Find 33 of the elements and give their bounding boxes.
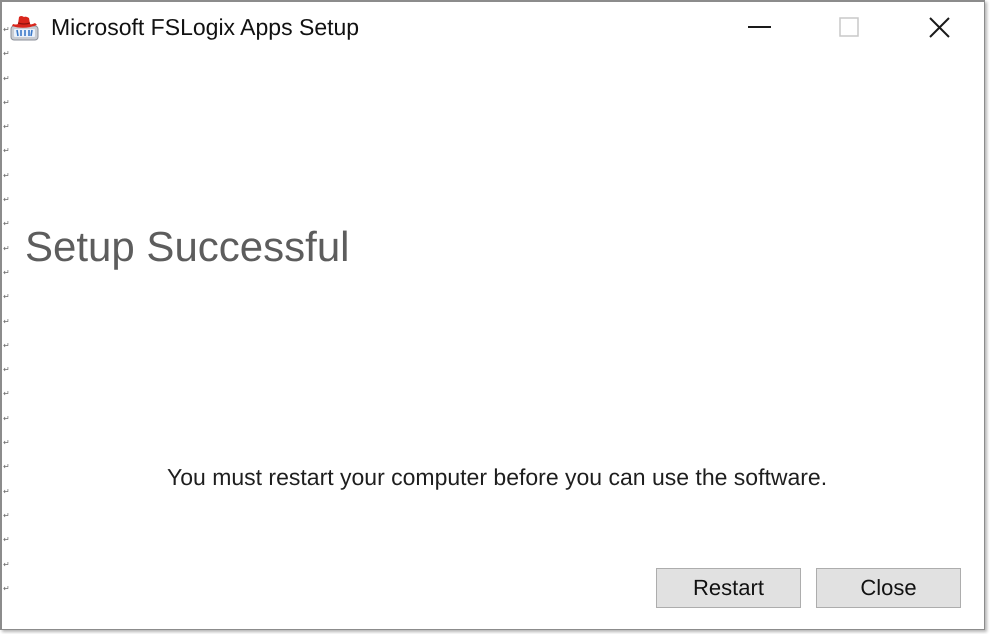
heading: Setup Successful [25, 226, 351, 268]
paragraph-mark: ↵ [2, 364, 10, 376]
minimize-icon [748, 26, 770, 28]
paragraph-mark: ↵ [2, 582, 10, 595]
paragraph-mark: ↵ [2, 437, 10, 450]
paragraph-mark: ↵ [2, 316, 10, 328]
paragraph-mark: ↵ [2, 194, 10, 206]
maximize-icon [839, 17, 859, 37]
paragraph-mark: ↵ [2, 412, 10, 425]
paragraph-mark: ↵ [2, 534, 10, 546]
paragraph-mark: ↵ [2, 291, 10, 304]
message: You must restart your computer before you can use the software. [167, 466, 828, 489]
paragraph-mark: ↵ [2, 72, 10, 85]
paragraph-mark: ↵ [2, 218, 10, 230]
window-title: Microsoft FSLogix Apps Setup [51, 14, 360, 40]
paragraph-mark: ↵ [2, 340, 10, 352]
paragraph-mark: ↵ [2, 388, 10, 400]
paragraph-mark: ↵ [2, 48, 10, 60]
close-icon [928, 16, 950, 38]
close-dialog-button[interactable]: Close [816, 568, 961, 608]
paragraph-mark: ↵ [2, 145, 10, 158]
paragraph-mark: ↵ [2, 96, 10, 109]
paragraph-mark: ↵ [2, 558, 10, 571]
paragraph-mark: ↵ [2, 170, 10, 182]
paragraph-mark: ↵ [2, 121, 10, 134]
paragraph-mark: ↵ [2, 266, 10, 279]
hat-over-box-icon [9, 15, 40, 41]
paragraph-mark: ↵ [2, 461, 10, 474]
paragraph-mark: ↵ [2, 486, 10, 498]
paragraph-mark: ↵ [2, 24, 10, 36]
restart-button[interactable]: Restart [656, 568, 801, 608]
paragraph-mark: ↵ [2, 510, 10, 522]
paragraph-mark: ↵ [2, 242, 10, 255]
